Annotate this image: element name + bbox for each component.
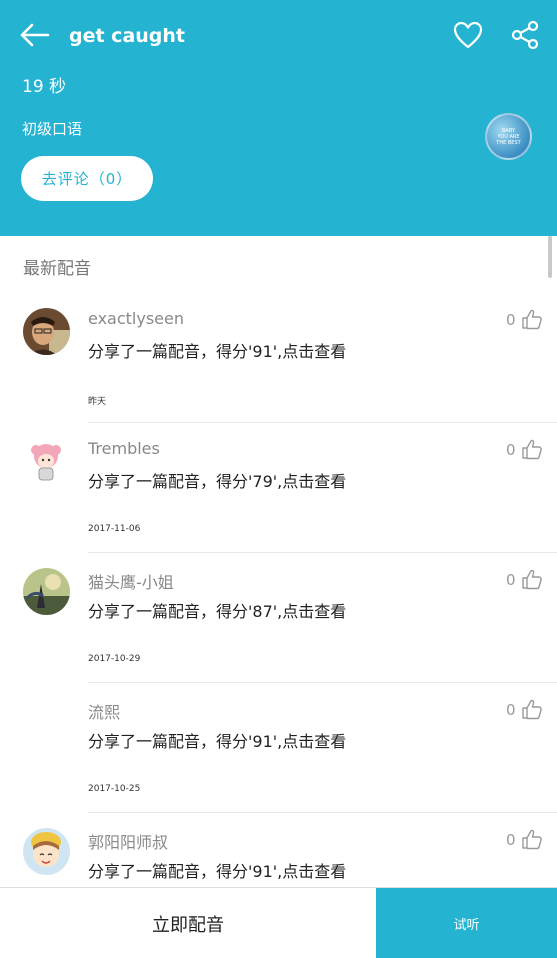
section-title: 最新配音	[23, 259, 91, 279]
avatar[interactable]	[23, 308, 70, 355]
username[interactable]: exactlyseen	[88, 309, 184, 328]
cover-thumbnail[interactable]: BABY YOU ARE THE BEST	[485, 113, 532, 160]
feed-message[interactable]: 分享了一篇配音，得分'91',点击查看	[88, 858, 346, 882]
header: get caught 19 秒 初级口语 去评论（0） BABY YOU ARE…	[0, 0, 557, 236]
username[interactable]: 郭阳阳师叔	[88, 829, 168, 853]
avatar[interactable]	[23, 828, 70, 875]
page-title: get caught	[69, 25, 186, 47]
feed-message[interactable]: 分享了一篇配音，得分'87',点击查看	[88, 598, 346, 622]
share-icon[interactable]	[510, 20, 540, 50]
list-item[interactable]: 猫头鹰-小姐 分享了一篇配音，得分'87',点击查看 2017-10-29 0	[0, 553, 557, 683]
like-count: 0	[506, 831, 516, 849]
feed-message[interactable]: 分享了一篇配音，得分'91',点击查看	[88, 338, 346, 362]
avatar[interactable]	[23, 568, 70, 615]
thumbs-up-icon[interactable]	[521, 698, 543, 720]
dub-now-button[interactable]: 立即配音	[0, 888, 376, 958]
like-count: 0	[506, 311, 516, 329]
list-item[interactable]: 流熙 分享了一篇配音，得分'91',点击查看 2017-10-25 0	[0, 683, 557, 813]
list-item[interactable]: Trembles 分享了一篇配音，得分'79',点击查看 2017-11-06 …	[0, 423, 557, 553]
thumbs-up-icon[interactable]	[521, 568, 543, 590]
like-count: 0	[506, 701, 516, 719]
back-arrow-icon[interactable]	[18, 20, 52, 50]
heart-icon[interactable]	[452, 20, 484, 50]
like-count: 0	[506, 441, 516, 459]
thumbs-up-icon[interactable]	[521, 438, 543, 460]
feed-message[interactable]: 分享了一篇配音，得分'91',点击查看	[88, 728, 346, 752]
thumbs-up-icon[interactable]	[521, 828, 543, 850]
comment-button[interactable]: 去评论（0）	[21, 156, 153, 201]
feed-date: 2017-10-29	[88, 654, 141, 664]
feed-message[interactable]: 分享了一篇配音，得分'79',点击查看	[88, 468, 346, 492]
cover-text-line: THE BEST	[496, 139, 521, 146]
feed-date: 2017-10-25	[88, 784, 141, 794]
thumbs-up-icon[interactable]	[521, 308, 543, 330]
level-text: 初级口语	[22, 120, 83, 138]
feed-date: 昨天	[88, 397, 107, 407]
duration-text: 19 秒	[22, 77, 67, 97]
list-item[interactable]: exactlyseen 分享了一篇配音，得分'91',点击查看 昨天 0	[0, 293, 557, 423]
like-count: 0	[506, 571, 516, 589]
listen-button[interactable]: 试听	[376, 888, 557, 958]
username[interactable]: 流熙	[88, 699, 120, 723]
screen: get caught 19 秒 初级口语 去评论（0） BABY YOU ARE…	[0, 0, 557, 958]
username[interactable]: Trembles	[88, 439, 160, 458]
username[interactable]: 猫头鹰-小姐	[88, 569, 174, 593]
bottom-bar: 立即配音 试听	[0, 887, 557, 958]
feed-date: 2017-11-06	[88, 524, 141, 534]
avatar[interactable]	[23, 438, 70, 485]
scrollbar[interactable]	[548, 236, 552, 278]
